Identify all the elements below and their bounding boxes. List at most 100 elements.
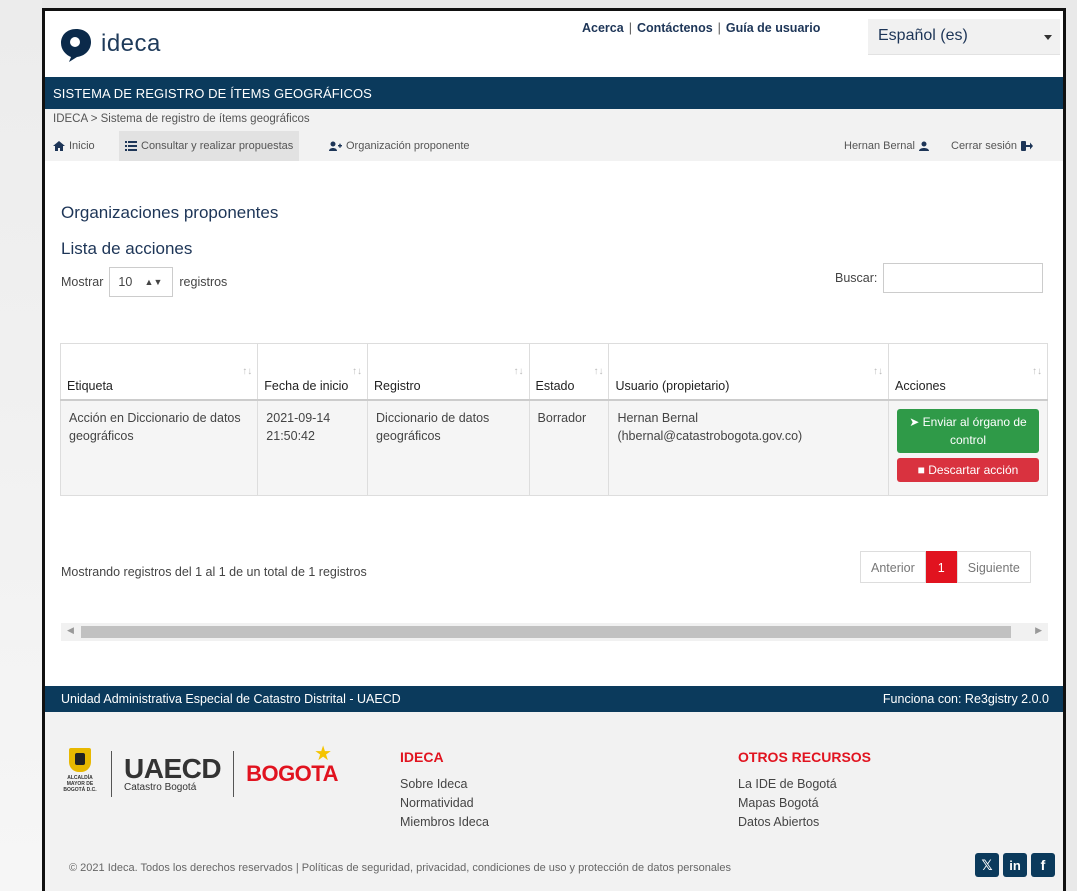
scrollbar-thumb[interactable]	[81, 626, 1011, 638]
divider	[111, 751, 112, 797]
cell-actions: ➤ Enviar al órgano de control ■ Descarta…	[888, 399, 1048, 496]
menu-consult-label: Consultar y realizar propuestas	[141, 140, 294, 152]
menu-organization[interactable]: Organización proponente	[323, 131, 476, 161]
col-header-actions[interactable]: Acciones ↑↓	[888, 343, 1048, 401]
menu-organization-label: Organización proponente	[346, 140, 470, 152]
background-left	[0, 0, 42, 891]
language-value: Español (es)	[878, 27, 968, 44]
cell-register: Diccionario de datos geográficos	[367, 399, 530, 496]
bogota-logo: BOGOTA ★	[246, 743, 338, 787]
actions-table: Etiqueta ↑↓ Fecha de inicio ↑↓ Registro ↑↓ …	[59, 343, 1048, 496]
social-links: 𝕏 in f	[975, 853, 1055, 877]
col-header-start-date[interactable]: Fecha de inicio ↑↓	[257, 343, 369, 401]
ideca-logo-icon	[59, 27, 93, 62]
footer-bar: Unidad Administrativa Especial de Catast…	[45, 686, 1063, 712]
language-select[interactable]: Español (es)	[868, 19, 1060, 55]
uaecd-text: UAECD	[124, 753, 222, 784]
logo-text: ideca	[101, 30, 161, 57]
prev-page-button[interactable]: Anterior	[860, 551, 926, 583]
copyright[interactable]: © 2021 Ideca. Todos los derechos reserva…	[69, 862, 731, 874]
menu-user-label: Hernan Bernal	[844, 140, 915, 152]
footer-col-resources: OTROS RECURSOS La IDE de Bogotá Mapas Bo…	[738, 748, 871, 832]
page-frame: ideca Acerca | Contáctenos | Guía de usuario…	[42, 8, 1066, 891]
menu-home-label: Inicio	[69, 140, 95, 152]
table-row: Acción en Diccionario de datos geográfic…	[59, 399, 1048, 496]
sort-icon: ↑↓	[513, 366, 524, 377]
page-length-value: 10	[118, 275, 133, 289]
chevron-down-icon	[1044, 35, 1052, 40]
list-icon	[125, 141, 137, 151]
send-label: Enviar al órgano de control	[922, 414, 1027, 447]
link-about[interactable]: Acerca	[582, 21, 624, 35]
discard-action-button[interactable]: ■ Descartar acción	[897, 457, 1039, 482]
sort-icon: ↑↓	[593, 366, 604, 377]
divider	[233, 751, 235, 797]
menu-consult[interactable]: Consultar y realizar propuestas	[119, 131, 300, 161]
cell-status: Borrador	[528, 399, 610, 496]
link-contact[interactable]: Contáctenos	[637, 21, 713, 35]
current-page-button[interactable]: 1	[925, 551, 957, 583]
user-icon	[918, 141, 929, 151]
footer-logos: ALCALDÍA MAYOR DE BOGOTÁ D.C. UAECD Cata…	[61, 743, 338, 800]
col-header-register[interactable]: Registro ↑↓	[367, 343, 530, 401]
facebook-icon[interactable]: f	[1031, 853, 1055, 877]
footer-link-ide-bogota[interactable]: La IDE de Bogotá	[738, 775, 871, 794]
user-plus-icon	[329, 141, 342, 151]
col-header-status[interactable]: Estado ↑↓	[528, 343, 610, 401]
main-menu: Inicio Consultar y realizar propuestas O…	[45, 131, 1063, 161]
footer-col-ideca: IDECA Sobre Ideca Normatividad Miembros …	[400, 748, 489, 832]
footer-link-open-data[interactable]: Datos Abiertos	[738, 813, 871, 832]
sort-icon: ↑↓	[873, 366, 883, 377]
sort-arrows-icon: ▲▼	[144, 277, 163, 287]
link-user-guide[interactable]: Guía de usuario	[726, 21, 820, 35]
col-header-label[interactable]: Etiqueta ↑↓	[59, 343, 259, 401]
page-title: Organizaciones proponentes	[61, 203, 279, 222]
section-title: Lista de acciones	[61, 239, 193, 258]
ideca-logo[interactable]: ideca	[59, 27, 161, 62]
send-icon: ➤	[909, 414, 920, 429]
footer-powered-by[interactable]: Funciona con: Re3gistry 2.0.0	[883, 692, 1049, 706]
menu-user[interactable]: Hernan Bernal	[838, 131, 939, 161]
scroll-right-icon[interactable]: ▶	[1035, 625, 1042, 636]
sign-out-icon	[1021, 141, 1034, 151]
top-links: Acerca | Contáctenos | Guía de usuario	[582, 21, 821, 35]
footer-link-regulations[interactable]: Normatividad	[400, 794, 489, 813]
top-header: ideca Acerca | Contáctenos | Guía de usuario…	[45, 11, 1063, 77]
records-label: registros	[179, 275, 228, 289]
coat-of-arms-icon	[69, 748, 91, 772]
star-icon: ★	[314, 743, 332, 765]
alcaldia-caption: ALCALDÍA MAYOR DE BOGOTÁ D.C.	[63, 775, 97, 793]
search-control: Buscar:	[835, 263, 1044, 293]
send-to-control-button[interactable]: ➤ Enviar al órgano de control	[897, 408, 1039, 453]
footer-link-about-ideca[interactable]: Sobre Ideca	[400, 775, 489, 794]
page-length-select[interactable]: 10 ▲▼	[109, 267, 174, 297]
horizontal-scrollbar[interactable]: ◀ ▶	[61, 623, 1048, 641]
sort-icon: ↑↓	[1032, 366, 1042, 377]
scroll-left-icon[interactable]: ◀	[67, 625, 74, 636]
menu-home[interactable]: Inicio	[47, 131, 101, 161]
discard-label: Descartar acción	[928, 462, 1019, 477]
footer-col-title: IDECA	[400, 749, 444, 765]
breadcrumb: IDECA > Sistema de registro de ítems geo…	[45, 109, 1063, 131]
home-icon	[53, 141, 65, 151]
menu-logout[interactable]: Cerrar sesión	[945, 131, 1043, 161]
footer-link-members[interactable]: Miembros Ideca	[400, 813, 489, 832]
records-info: Mostrando registros del 1 al 1 de un tot…	[61, 565, 367, 579]
trash-icon: ■	[917, 462, 925, 477]
breadcrumb-text[interactable]: IDECA > Sistema de registro de ítems geo…	[53, 113, 310, 125]
next-page-button[interactable]: Siguiente	[956, 551, 1031, 583]
page-length-control: Mostrar 10 ▲▼ registros	[61, 267, 227, 297]
twitter-icon[interactable]: 𝕏	[975, 853, 999, 877]
col-header-owner[interactable]: Usuario (propietario) ↑↓	[608, 343, 889, 401]
footer-org: Unidad Administrativa Especial de Catast…	[61, 692, 401, 706]
uaecd-subtext: Catastro Bogotá	[124, 782, 197, 793]
uaecd-logo: UAECD Catastro Bogotá	[124, 753, 222, 793]
search-label: Buscar:	[835, 271, 878, 285]
cell-label: Acción en Diccionario de datos geográfic…	[59, 399, 259, 496]
linkedin-icon[interactable]: in	[1003, 853, 1027, 877]
footer-link-maps[interactable]: Mapas Bogotá	[738, 794, 871, 813]
search-input[interactable]	[883, 263, 1044, 293]
system-title: SISTEMA DE REGISTRO DE ÍTEMS GEOGRÁFICOS	[53, 86, 372, 101]
menu-logout-label: Cerrar sesión	[951, 140, 1018, 152]
alcaldia-logo: ALCALDÍA MAYOR DE BOGOTÁ D.C.	[61, 748, 99, 800]
